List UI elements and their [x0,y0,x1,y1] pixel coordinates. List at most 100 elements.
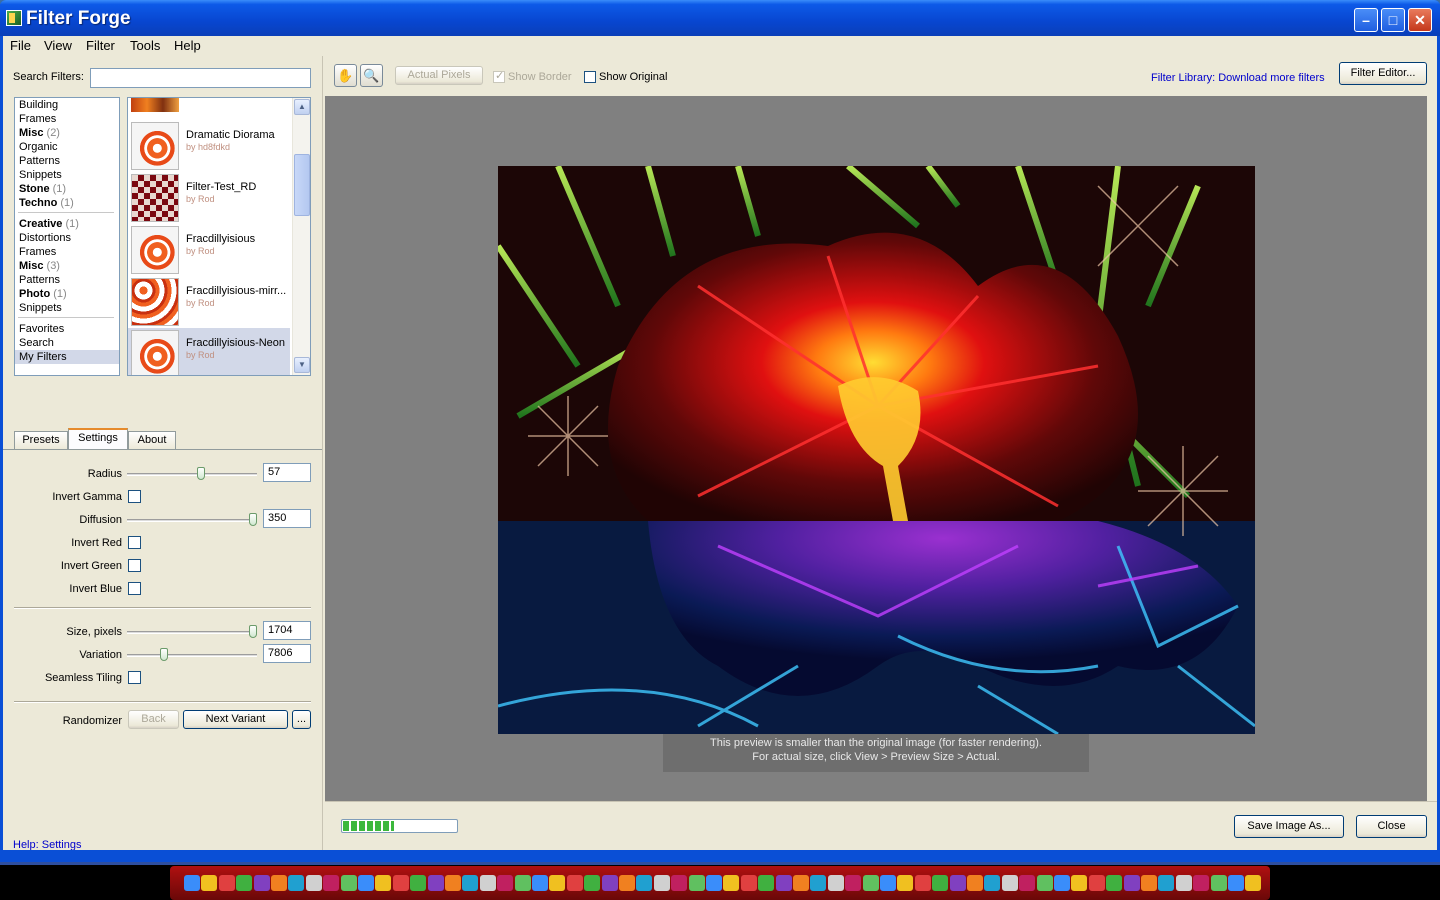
dock-app-icon[interactable] [1175,875,1192,891]
tab-presets[interactable]: Presets [14,431,68,449]
title-bar[interactable]: Filter Forge – □ ✕ [0,0,1440,36]
dock-app-icon[interactable] [462,875,479,891]
category-item[interactable]: Frames [15,112,119,126]
dock-app-icon[interactable] [949,875,966,891]
category-item[interactable]: Patterns [15,154,119,168]
dock-app-icon[interactable] [1001,875,1018,891]
radius-slider[interactable] [127,467,257,481]
diffusion-slider-knob[interactable] [249,513,257,526]
dock-app-icon[interactable] [1019,875,1036,891]
dock-app-icon[interactable] [1054,875,1070,891]
preview-area[interactable]: This preview is smaller than the origina… [325,96,1427,801]
dock-app-icon[interactable] [288,875,305,891]
dock-app-icon[interactable] [392,875,409,891]
menu-file[interactable]: File [10,38,31,53]
tab-about[interactable]: About [128,431,176,449]
variation-slider[interactable] [127,648,257,662]
close-button[interactable]: Close [1356,815,1427,838]
show-original-checkbox[interactable] [584,71,596,83]
category-item[interactable]: Building [15,98,119,112]
dock-app-icon[interactable] [236,875,253,891]
dock-app-icon[interactable] [862,875,879,891]
dock-app-icon[interactable] [1123,875,1140,891]
dock-app-icon[interactable] [566,875,583,891]
category-item[interactable]: Snippets [15,168,119,182]
zoom-tool-icon[interactable]: 🔍 [360,64,383,87]
category-item[interactable]: Misc (3) [15,259,119,273]
dock-app-icon[interactable] [758,875,775,891]
dock-app-icon[interactable] [358,875,374,891]
dock-app-icon[interactable] [880,875,896,891]
actual-pixels-button[interactable]: Actual Pixels [395,66,483,85]
dock-app-icon[interactable] [1210,875,1227,891]
dock-app-icon[interactable] [479,875,496,891]
show-border-checkbox[interactable]: ✓ [493,70,505,83]
invert-blue-checkbox[interactable] [128,582,141,595]
dock-app-icon[interactable] [671,875,688,891]
dock-app-icon[interactable] [323,875,340,891]
dock-app-icon[interactable] [810,875,827,891]
tab-settings[interactable]: Settings [68,428,128,450]
category-item[interactable]: Search [15,336,119,350]
category-list[interactable]: Building Frames Misc (2) Organic Patterns… [14,97,120,376]
back-button[interactable]: Back [128,710,179,729]
close-window-button[interactable]: ✕ [1408,8,1432,32]
menu-filter[interactable]: Filter [86,38,115,53]
diffusion-slider[interactable] [127,513,257,527]
dock-app-icon[interactable] [827,875,844,891]
menu-tools[interactable]: Tools [130,38,160,53]
radius-slider-knob[interactable] [196,467,205,480]
dock-app-icon[interactable] [636,875,653,891]
filter-list-item[interactable]: Dramatic Diorama by hd8fdkd [128,120,290,172]
dock-app-icon[interactable] [1245,875,1262,891]
category-item[interactable]: Techno (1) [15,196,119,210]
scroll-up-icon[interactable]: ▲ [294,99,310,115]
dock-app-icon[interactable] [184,875,200,891]
filter-list-item[interactable]: Filter-Test_RD by Rod [128,172,290,224]
dock-app-icon[interactable] [1158,875,1175,891]
category-item[interactable]: Patterns [15,273,119,287]
invert-green-checkbox[interactable] [128,559,141,572]
dock-app-icon[interactable] [445,875,461,891]
category-item[interactable]: Misc (2) [15,126,119,140]
dock-app-icon[interactable] [967,875,983,891]
size-input[interactable]: 1704 [263,621,311,640]
category-item[interactable]: Frames [15,245,119,259]
invert-gamma-checkbox[interactable] [128,490,141,503]
dock-app-icon[interactable] [1141,875,1157,891]
dock-app-icon[interactable] [584,875,601,891]
dock-app-icon[interactable] [1071,875,1088,891]
dock-app-icon[interactable] [271,875,287,891]
hand-tool-icon[interactable]: ✋ [334,64,357,87]
variation-input[interactable]: 7806 [263,644,311,663]
dock-app-icon[interactable] [932,875,949,891]
scroll-thumb[interactable] [294,154,310,216]
seamless-checkbox[interactable] [128,671,141,684]
dock-app-icon[interactable] [706,875,722,891]
dock-app-icon[interactable] [601,875,618,891]
invert-red-checkbox[interactable] [128,536,141,549]
filter-list-item[interactable]: Fracdillyisious-Neon by Rod [128,328,290,375]
size-slider-knob[interactable] [249,625,257,638]
menu-view[interactable]: View [44,38,72,53]
dock-app-icon[interactable] [793,875,809,891]
dock-app-icon[interactable] [253,875,270,891]
next-variant-button[interactable]: Next Variant [183,710,288,729]
dock-app-icon[interactable] [1193,875,1210,891]
dock-app-icon[interactable] [845,875,862,891]
category-item[interactable]: Photo (1) [15,287,119,301]
dock-app-icon[interactable] [410,875,427,891]
dock-app-icon[interactable] [340,875,357,891]
filter-list-item[interactable]: Fracdillyisious-mirr... by Rod [128,276,290,328]
dock-app-icon[interactable] [201,875,218,891]
dock-app-icon[interactable] [1088,875,1105,891]
dock-app-icon[interactable] [897,875,914,891]
dock-app-icon[interactable] [1036,875,1053,891]
filter-editor-button[interactable]: Filter Editor... [1339,62,1427,85]
dock-app-icon[interactable] [514,875,531,891]
randomizer-options-button[interactable]: ... [292,710,311,729]
category-item[interactable]: Distortions [15,231,119,245]
dock-app-icon[interactable] [1106,875,1123,891]
dock-app-icon[interactable] [305,875,322,891]
category-item[interactable]: Favorites [15,322,119,336]
